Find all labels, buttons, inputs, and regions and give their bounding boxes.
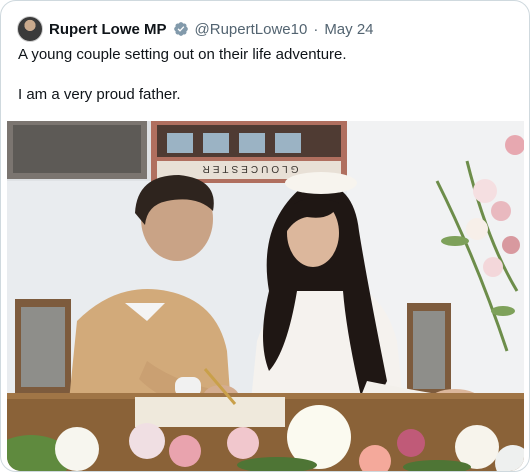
photo-sign-text: GLOUCESTER (200, 163, 299, 174)
verified-badge-icon (173, 22, 188, 36)
tweet-date[interactable]: May 24 (324, 21, 373, 38)
tweet-text-line: I am a very proud father. (18, 86, 181, 103)
tweet-header: Rupert Lowe MP @RupertLowe10 · May 24 (17, 13, 513, 45)
tweet-photo[interactable]: GLOUCESTER (7, 121, 524, 471)
tweet-card[interactable]: Rupert Lowe MP @RupertLowe10 · May 24 A … (0, 0, 530, 472)
flower-crown (285, 172, 357, 194)
tweet-text: A young couple setting out on their life… (18, 45, 513, 105)
author-avatar[interactable] (17, 16, 43, 42)
register-document (135, 397, 285, 427)
separator-dot: · (313, 20, 319, 38)
wedding-photo: GLOUCESTER (7, 121, 524, 471)
tweet-text-line: A young couple setting out on their life… (18, 46, 347, 63)
author-name[interactable]: Rupert Lowe MP (49, 21, 167, 38)
author-handle[interactable]: @RupertLowe10 (195, 21, 308, 38)
